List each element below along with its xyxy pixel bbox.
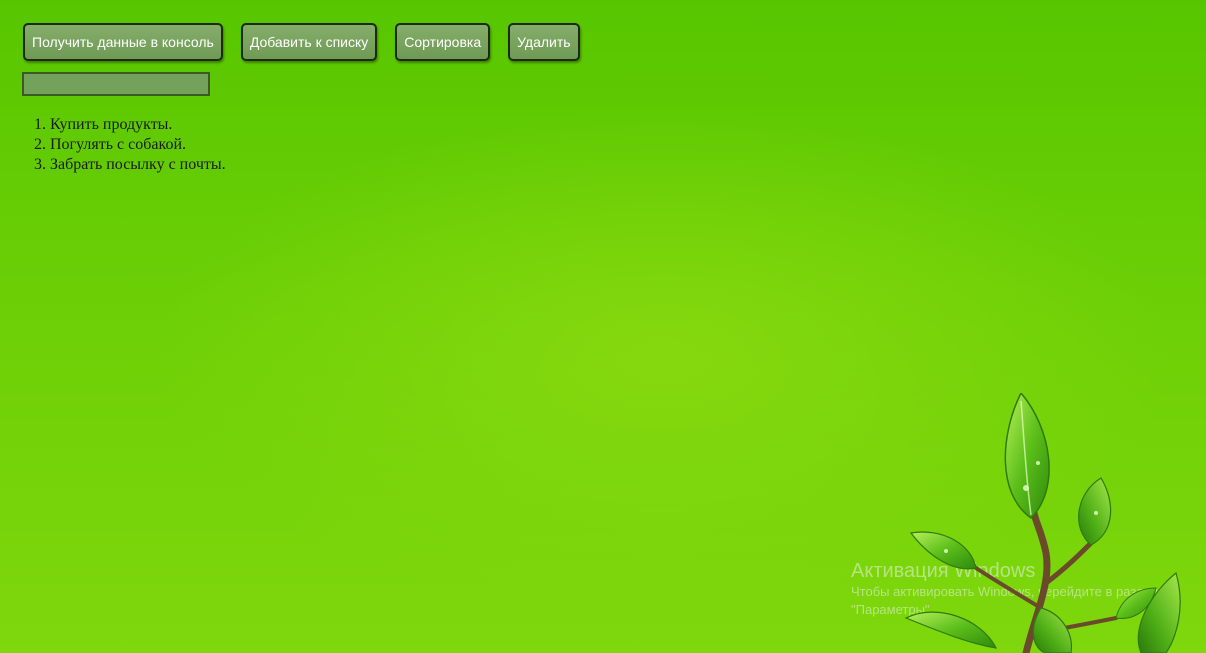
item-input[interactable] xyxy=(22,72,210,96)
delete-button[interactable]: Удалить xyxy=(508,23,580,61)
toolbar: Получить данные в консоль Добавить к спи… xyxy=(23,23,580,61)
leaves-decoration-icon xyxy=(904,393,1181,653)
list-item: Погулять с собакой. xyxy=(50,135,226,155)
todo-list: Купить продукты. Погулять с собакой. Заб… xyxy=(50,115,226,175)
list-item: Купить продукты. xyxy=(50,115,226,135)
list-item: Забрать посылку с почты. xyxy=(50,155,226,175)
sort-button[interactable]: Сортировка xyxy=(395,23,491,61)
add-to-list-button[interactable]: Добавить к списку xyxy=(240,23,378,61)
get-data-console-button[interactable]: Получить данные в консоль xyxy=(23,23,223,61)
